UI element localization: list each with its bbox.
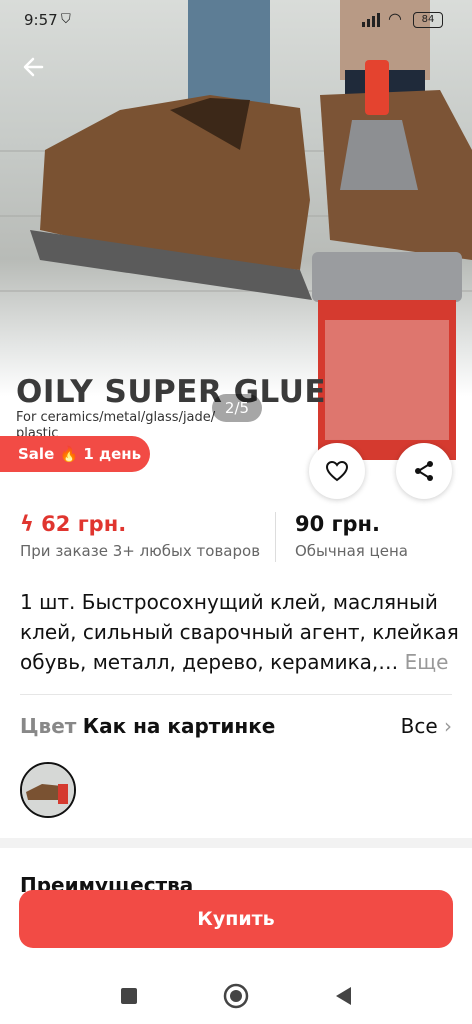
product-description[interactable]: 1 шт. Быстросохнущий клей, масляный клей… <box>20 587 460 677</box>
discount-price-block: ϟ 62 грн. При заказе 3+ любых товаров <box>20 512 260 560</box>
chevron-right-icon: › <box>444 714 452 738</box>
regular-price-block: 90 грн. Обычная цена <box>295 512 408 560</box>
product-image[interactable]: 9:57 ⛉ ◠ 84 OILY SUPER GLUE For ceramics… <box>0 0 472 472</box>
status-time: 9:57 <box>24 11 58 29</box>
color-option-thumbnail[interactable] <box>20 762 76 818</box>
favorite-button[interactable] <box>309 443 365 499</box>
signal-icon <box>362 13 380 27</box>
color-value: Как на картинке <box>82 714 276 738</box>
discount-price: ϟ 62 грн. <box>20 512 127 536</box>
battery-indicator: 84 <box>413 12 443 28</box>
nav-circle-icon[interactable] <box>223 983 249 1009</box>
share-button[interactable] <box>396 443 452 499</box>
section-separator <box>0 838 472 848</box>
share-icon <box>415 461 433 481</box>
nav-square-icon[interactable] <box>119 986 139 1006</box>
regular-price: 90 грн. <box>295 512 381 536</box>
system-nav-bar <box>0 964 472 1024</box>
image-title: OILY SUPER GLUE <box>16 374 327 410</box>
description-text: 1 шт. Быстросохнущий клей, масляный клей… <box>20 590 459 674</box>
all-colors-link[interactable]: Все › <box>401 714 452 738</box>
discount-note: При заказе 3+ любых товаров <box>20 542 261 560</box>
wifi-icon: ◠ <box>388 9 402 28</box>
shield-icon: ⛉ <box>61 12 71 27</box>
image-caption: OILY SUPER GLUE For ceramics/metal/glass… <box>16 374 326 442</box>
nav-back-icon[interactable] <box>333 985 353 1007</box>
price-divider <box>275 512 276 562</box>
more-link[interactable]: Еще <box>405 650 449 674</box>
heart-icon <box>325 460 349 482</box>
gallery-pager: 2/5 <box>212 394 262 422</box>
regular-note: Обычная цена <box>295 542 408 560</box>
color-label: Цвет <box>20 714 77 738</box>
lightning-icon: ϟ <box>20 512 34 536</box>
buy-button[interactable]: Купить <box>19 890 453 948</box>
sale-badge: Sale 🔥 1 день <box>0 436 150 472</box>
back-arrow-icon[interactable] <box>20 53 48 81</box>
color-selector[interactable]: Цвет Как на картинке Все › <box>20 714 452 738</box>
divider <box>20 694 452 695</box>
status-bar: 9:57 ⛉ ◠ 84 <box>0 0 472 40</box>
